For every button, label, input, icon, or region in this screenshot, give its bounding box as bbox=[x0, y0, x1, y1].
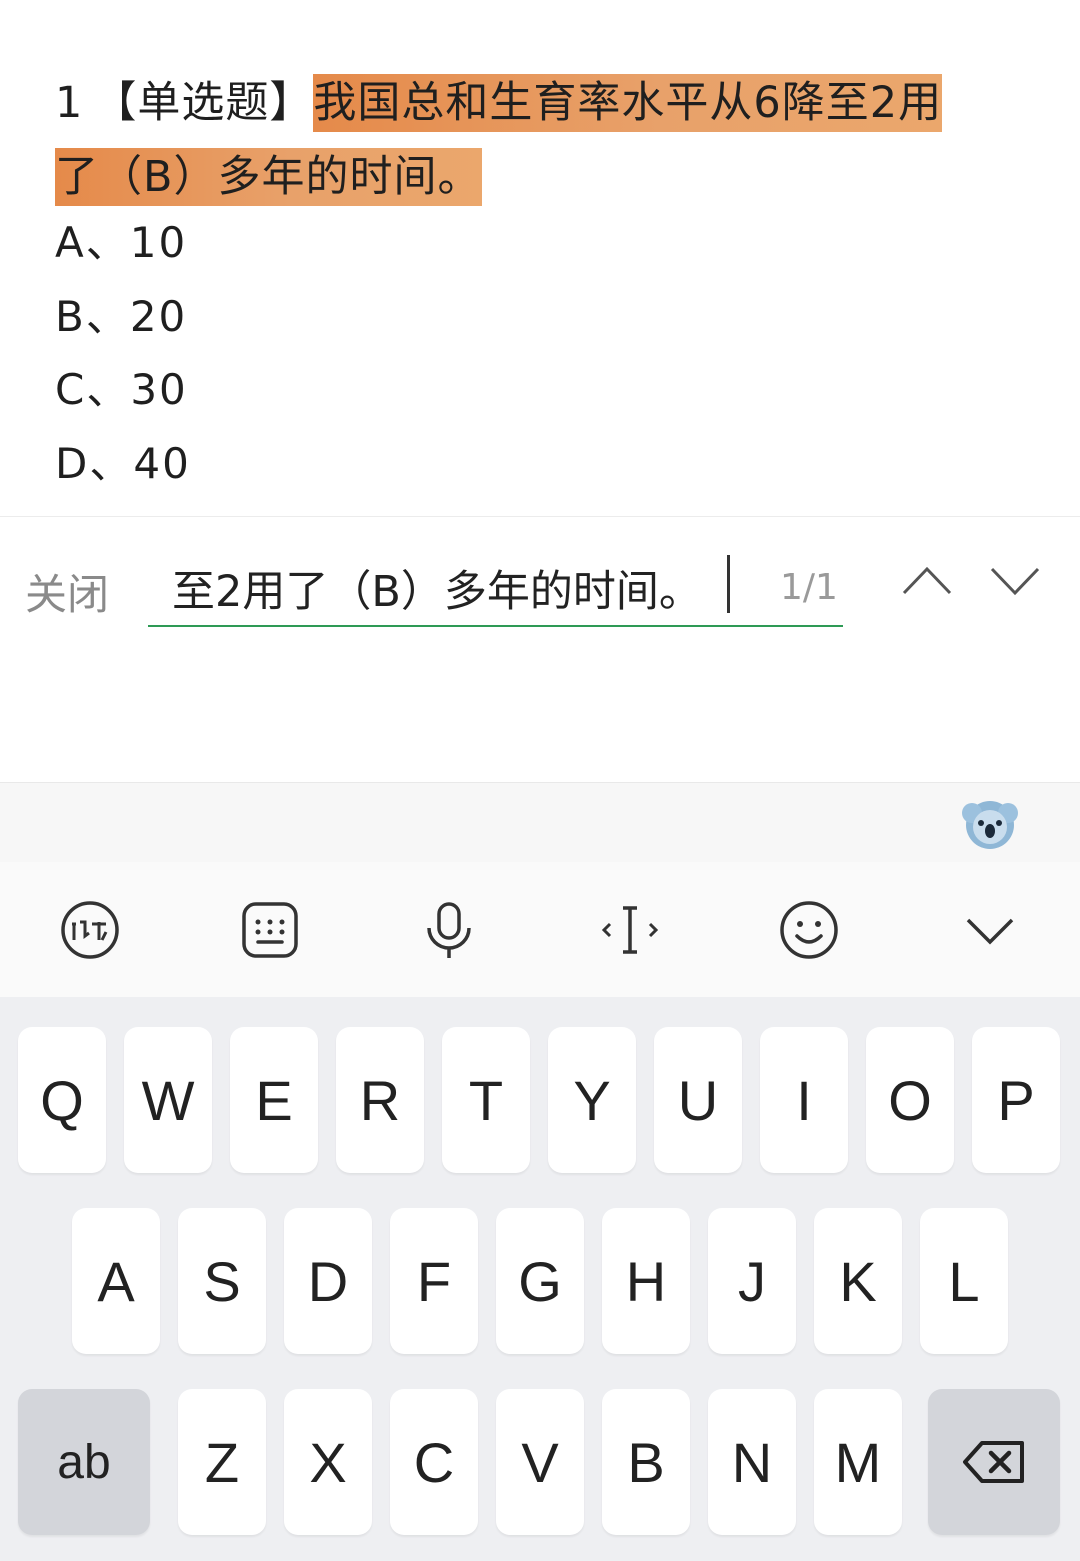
key-n[interactable]: N bbox=[708, 1389, 796, 1535]
key-m[interactable]: M bbox=[814, 1389, 902, 1535]
key-l[interactable]: L bbox=[920, 1208, 1008, 1354]
chevron-down-icon[interactable] bbox=[988, 555, 1042, 609]
key-s[interactable]: S bbox=[178, 1208, 266, 1354]
key-u[interactable]: U bbox=[654, 1027, 742, 1173]
key-j[interactable]: J bbox=[708, 1208, 796, 1354]
option-a[interactable]: A、10 bbox=[55, 206, 191, 280]
option-c[interactable]: C、30 bbox=[55, 353, 191, 427]
search-input[interactable]: 至2用了（B）多年的时间。 1/1 bbox=[148, 541, 843, 627]
key-b[interactable]: B bbox=[602, 1389, 690, 1535]
keyboard-toolbar bbox=[0, 862, 1080, 997]
text-cursor bbox=[727, 555, 730, 613]
key-w[interactable]: W bbox=[124, 1027, 212, 1173]
key-e[interactable]: E bbox=[230, 1027, 318, 1173]
backspace-icon bbox=[963, 1441, 1024, 1483]
option-d[interactable]: D、40 bbox=[55, 427, 191, 501]
key-y[interactable]: Y bbox=[548, 1027, 636, 1173]
key-i[interactable]: I bbox=[760, 1027, 848, 1173]
key-d[interactable]: D bbox=[284, 1208, 372, 1354]
close-button[interactable]: 关闭 bbox=[25, 561, 109, 622]
keyboard: Q W E R T Y U I O P A S D F G H J K L ab… bbox=[0, 997, 1080, 1561]
collapse-keyboard-icon[interactable] bbox=[958, 898, 1022, 962]
key-z[interactable]: Z bbox=[178, 1389, 266, 1535]
key-f[interactable]: F bbox=[390, 1208, 478, 1354]
koala-mascot-icon[interactable] bbox=[962, 795, 1018, 851]
search-input-value: 至2用了（B）多年的时间。 bbox=[172, 567, 702, 617]
key-q[interactable]: Q bbox=[18, 1027, 106, 1173]
key-r[interactable]: R bbox=[336, 1027, 424, 1173]
ifly-logo-icon[interactable] bbox=[58, 898, 122, 962]
key-t[interactable]: T bbox=[442, 1027, 530, 1173]
question-type: 【单选题】 bbox=[93, 78, 314, 128]
microphone-icon[interactable] bbox=[417, 898, 481, 962]
find-in-page-bar: 关闭 至2用了（B）多年的时间。 1/1 bbox=[0, 517, 1080, 782]
emoji-icon[interactable] bbox=[777, 898, 841, 962]
candidate-bar bbox=[0, 782, 1080, 863]
key-k[interactable]: K bbox=[814, 1208, 902, 1354]
question-text: 1 【单选题】我国总和生育率水平从6降至2用了（B）多年的时间。 bbox=[55, 66, 1045, 214]
highlighted-question-line1: 我国总和生育率水平从6降至2用 bbox=[313, 74, 943, 132]
key-p[interactable]: P bbox=[972, 1027, 1060, 1173]
key-x[interactable]: X bbox=[284, 1389, 372, 1535]
chevron-up-icon[interactable] bbox=[900, 555, 954, 609]
highlighted-question-line2: 了（B）多年的时间。 bbox=[55, 148, 482, 206]
question-number: 1 bbox=[55, 78, 84, 128]
options-list: A、10 B、20 C、30 D、40 bbox=[55, 206, 191, 500]
key-a[interactable]: A bbox=[72, 1208, 160, 1354]
mode-switch-key[interactable]: ab bbox=[18, 1389, 150, 1535]
backspace-key[interactable] bbox=[928, 1389, 1060, 1535]
key-v[interactable]: V bbox=[496, 1389, 584, 1535]
match-count: 1/1 bbox=[780, 567, 838, 608]
key-h[interactable]: H bbox=[602, 1208, 690, 1354]
key-o[interactable]: O bbox=[866, 1027, 954, 1173]
option-b[interactable]: B、20 bbox=[55, 280, 191, 354]
cursor-move-icon[interactable] bbox=[598, 898, 662, 962]
key-c[interactable]: C bbox=[390, 1389, 478, 1535]
key-g[interactable]: G bbox=[496, 1208, 584, 1354]
keyboard-icon[interactable] bbox=[238, 898, 302, 962]
